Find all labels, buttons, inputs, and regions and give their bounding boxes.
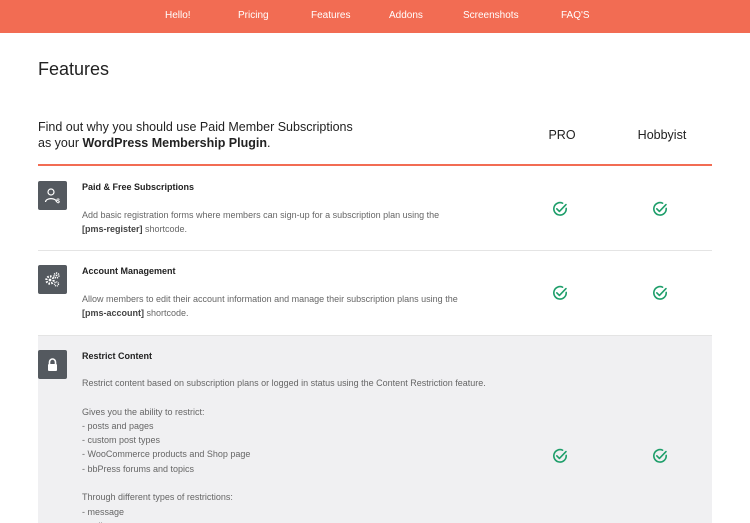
intro-text: Find out why you should use Paid Member … <box>38 119 378 151</box>
feature-title: Account Management <box>82 266 176 276</box>
nav-link-hello[interactable]: Hello! <box>165 10 191 21</box>
feature-description-text: Allow members to edit their account info… <box>82 294 458 304</box>
nav-link-screenshots[interactable]: Screenshots <box>463 10 519 21</box>
feature-description-suffix: shortcode. <box>142 224 188 235</box>
hobbyist-check-icon <box>653 285 668 300</box>
feature-row-paid-free-subscriptions: $ Paid & Free Subscriptions Add basic re… <box>38 166 712 251</box>
feature-description: Allow members to edit their account info… <box>82 292 542 321</box>
intro-line-1: Find out why you should use Paid Member … <box>38 120 353 134</box>
nav-link-faqs[interactable]: FAQ'S <box>561 10 590 21</box>
pro-check-icon <box>553 201 568 216</box>
user-dollar-icon: $ <box>38 181 67 210</box>
nav-link-addons[interactable]: Addons <box>389 10 423 21</box>
nav-link-features[interactable]: Features <box>311 10 350 21</box>
gears-icon <box>38 265 67 294</box>
hobbyist-check-icon <box>653 448 668 463</box>
page-title: Features <box>38 59 110 79</box>
top-navigation: Hello! Pricing Features Addons Screensho… <box>0 0 750 33</box>
lock-icon <box>38 350 67 379</box>
feature-description-suffix: shortcode. <box>144 308 189 319</box>
pro-check-icon <box>553 285 568 300</box>
feature-description-text: Add basic registration forms where membe… <box>82 210 440 220</box>
feature-description: Restrict content based on subscription p… <box>82 378 486 523</box>
intro-line-2-suffix: . <box>267 136 271 150</box>
feature-description: Add basic registration forms where membe… <box>82 208 542 237</box>
intro-line-2-prefix: as your <box>38 136 83 150</box>
column-header-hobbyist: Hobbyist <box>637 128 687 142</box>
pro-check-icon <box>553 448 568 463</box>
feature-row-account-management: Account Management Allow members to edit… <box>38 251 712 336</box>
feature-row-restrict-content: Restrict Content Restrict content based … <box>38 336 712 523</box>
column-header-pro: PRO <box>548 128 576 142</box>
svg-text:$: $ <box>56 198 60 204</box>
feature-title: Paid & Free Subscriptions <box>82 182 195 192</box>
shortcode-pms-register: [pms-register] <box>82 224 143 235</box>
hobbyist-check-icon <box>653 201 668 216</box>
nav-link-pricing[interactable]: Pricing <box>238 10 269 21</box>
shortcode-pms-account: [pms-account] <box>82 308 145 319</box>
intro-line-2-strong: WordPress Membership Plugin <box>82 136 267 150</box>
feature-title: Restrict Content <box>82 351 153 361</box>
